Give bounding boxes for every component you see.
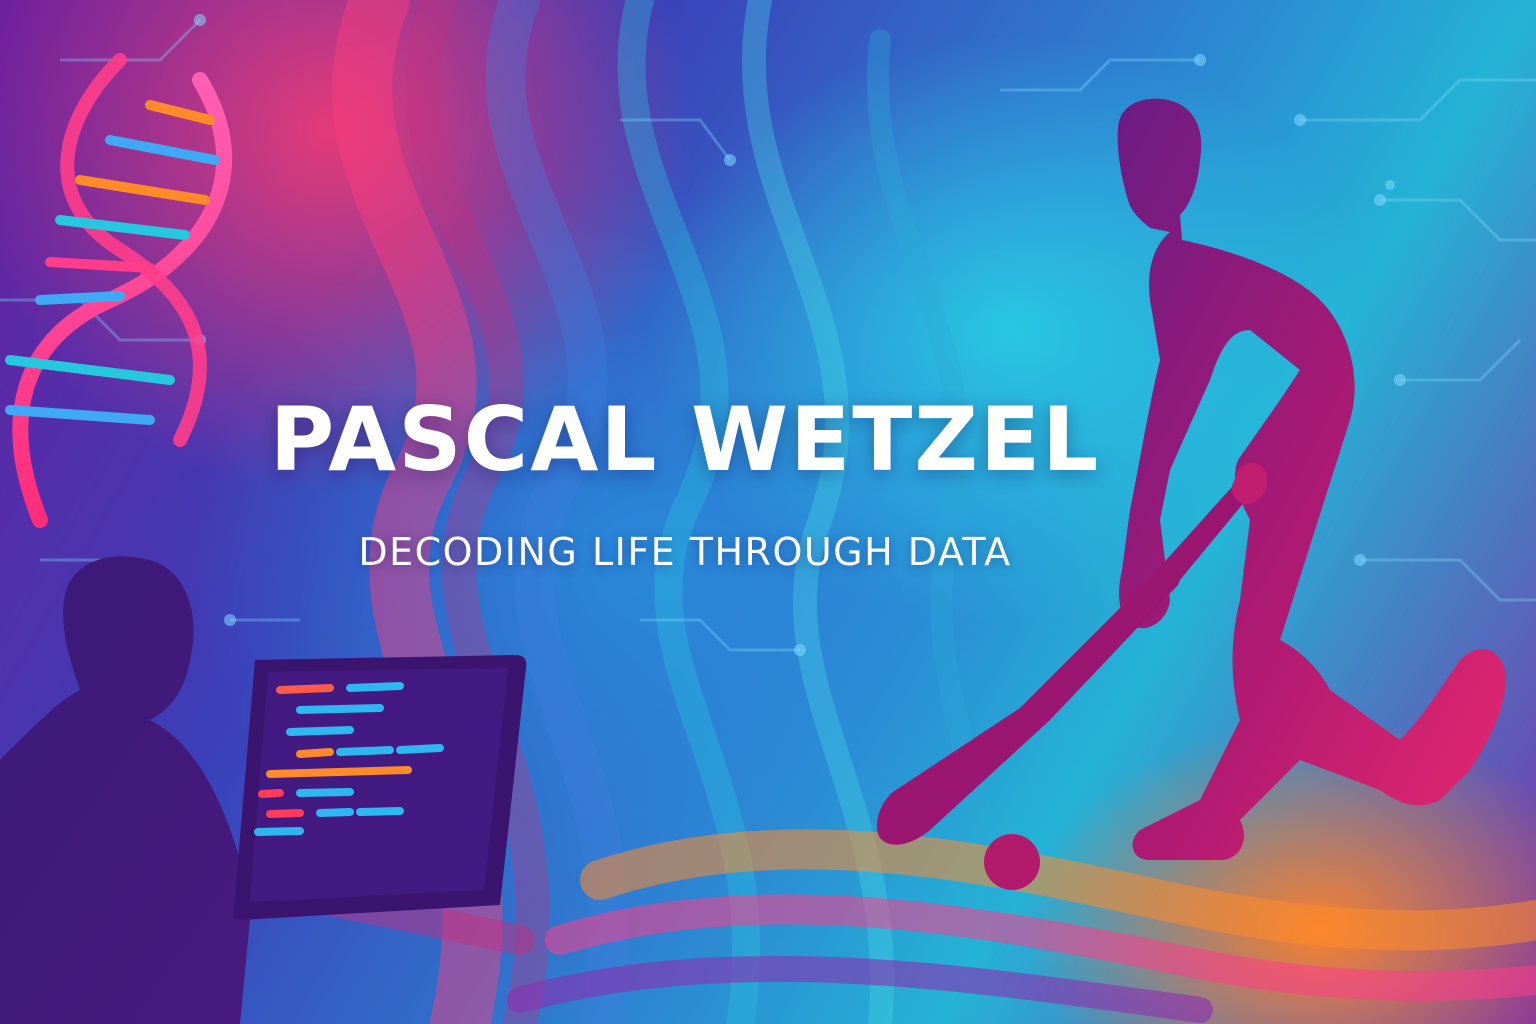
background-illustration xyxy=(0,0,1536,1024)
hero-banner: PASCAL WETZEL DECODING LIFE THROUGH DATA xyxy=(0,0,1536,1024)
page-title: PASCAL WETZEL xyxy=(269,388,1101,491)
laptop-icon xyxy=(233,655,527,920)
tagline: DECODING LIFE THROUGH DATA xyxy=(358,530,1012,574)
hockey-ball-icon xyxy=(984,834,1040,890)
